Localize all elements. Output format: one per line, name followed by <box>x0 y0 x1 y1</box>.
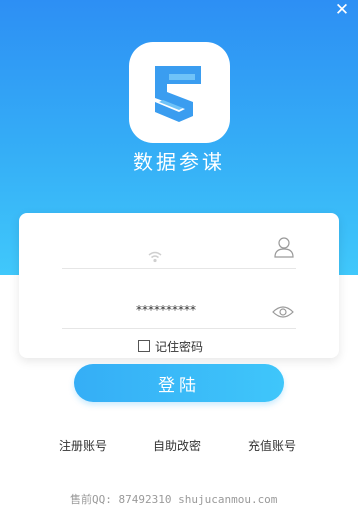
remember-password-toggle[interactable]: 记住密码 <box>138 338 203 354</box>
remember-password-label: 记住密码 <box>155 339 204 354</box>
user-icon <box>274 236 294 262</box>
password-field <box>62 294 296 329</box>
close-button[interactable]: ✕ <box>332 0 352 20</box>
register-link[interactable]: 注册账号 <box>59 437 107 454</box>
remember-password-checkbox[interactable] <box>138 340 150 352</box>
app-logo <box>129 42 230 143</box>
username-field <box>62 234 296 269</box>
eye-icon[interactable] <box>272 304 294 323</box>
change-password-link[interactable]: 自助改密 <box>153 437 201 454</box>
footer-contact: 售前QQ: 87492310 shujucanmou.com <box>70 493 278 506</box>
username-input[interactable] <box>62 234 262 266</box>
shield-logo-icon <box>155 66 201 122</box>
recharge-link[interactable]: 充值账号 <box>248 437 296 454</box>
password-input[interactable] <box>62 294 262 326</box>
close-icon: ✕ <box>334 0 350 20</box>
login-button[interactable]: 登陆 <box>74 364 284 402</box>
app-title: 数据参谋 <box>133 150 225 174</box>
